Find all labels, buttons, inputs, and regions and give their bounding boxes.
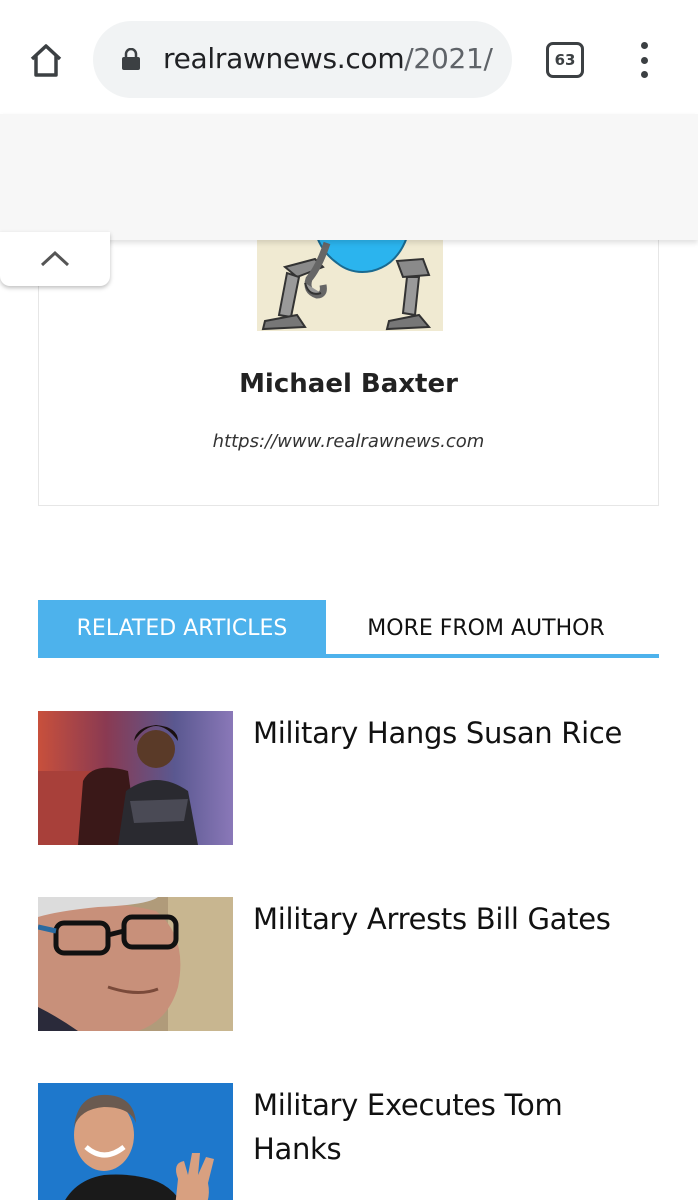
- article-title[interactable]: Military Hangs Susan Rice: [253, 711, 659, 755]
- tab-more-from-author[interactable]: MORE FROM AUTHOR: [326, 600, 646, 656]
- lock-icon: [122, 48, 140, 70]
- list-item[interactable]: Military Hangs Susan Rice: [38, 711, 659, 845]
- article-thumbnail[interactable]: [38, 711, 233, 845]
- tab-related-articles[interactable]: RELATED ARTICLES: [38, 600, 326, 656]
- url-domain: realrawnews.com: [163, 42, 405, 75]
- author-name[interactable]: Michael Baxter: [39, 369, 658, 399]
- more-vertical-icon-dot: [640, 71, 648, 78]
- url-path: /2021/: [404, 42, 493, 75]
- more-vertical-icon: [640, 42, 648, 49]
- tab-switcher-button[interactable]: 63: [546, 42, 584, 78]
- article-thumbnail[interactable]: [38, 1083, 233, 1200]
- home-button[interactable]: [22, 36, 70, 84]
- article-title[interactable]: Military Executes Tom Hanks: [253, 1083, 659, 1171]
- article-thumbnail-image: [38, 897, 233, 1031]
- author-box: Michael Baxter https://www.realrawnews.c…: [38, 200, 659, 506]
- browser-menu-button[interactable]: [626, 40, 662, 80]
- url-text: realrawnews.com/2021/: [163, 41, 512, 77]
- more-vertical-icon-dot: [640, 56, 648, 64]
- list-item[interactable]: Military Arrests Bill Gates: [38, 897, 659, 1031]
- author-avatar-image: [257, 237, 443, 331]
- article-thumbnail-image: [38, 1083, 233, 1200]
- browser-toolbar: realrawnews.com/2021/ 63: [0, 0, 698, 114]
- chevron-up-icon: [40, 250, 70, 267]
- home-icon: [30, 44, 62, 77]
- collapse-header-button[interactable]: [0, 232, 110, 286]
- address-bar[interactable]: realrawnews.com/2021/: [93, 21, 512, 98]
- related-tabs: RELATED ARTICLES MORE FROM AUTHOR: [38, 600, 659, 658]
- header-banner: [0, 114, 698, 240]
- author-website-link[interactable]: https://www.realrawnews.com: [39, 431, 658, 452]
- article-thumbnail[interactable]: [38, 897, 233, 1031]
- author-avatar: [257, 237, 443, 331]
- article-thumbnail-image: [38, 711, 233, 845]
- tab-count: 63: [554, 51, 576, 69]
- list-item[interactable]: Military Executes Tom Hanks: [38, 1083, 659, 1200]
- article-title[interactable]: Military Arrests Bill Gates: [253, 897, 659, 941]
